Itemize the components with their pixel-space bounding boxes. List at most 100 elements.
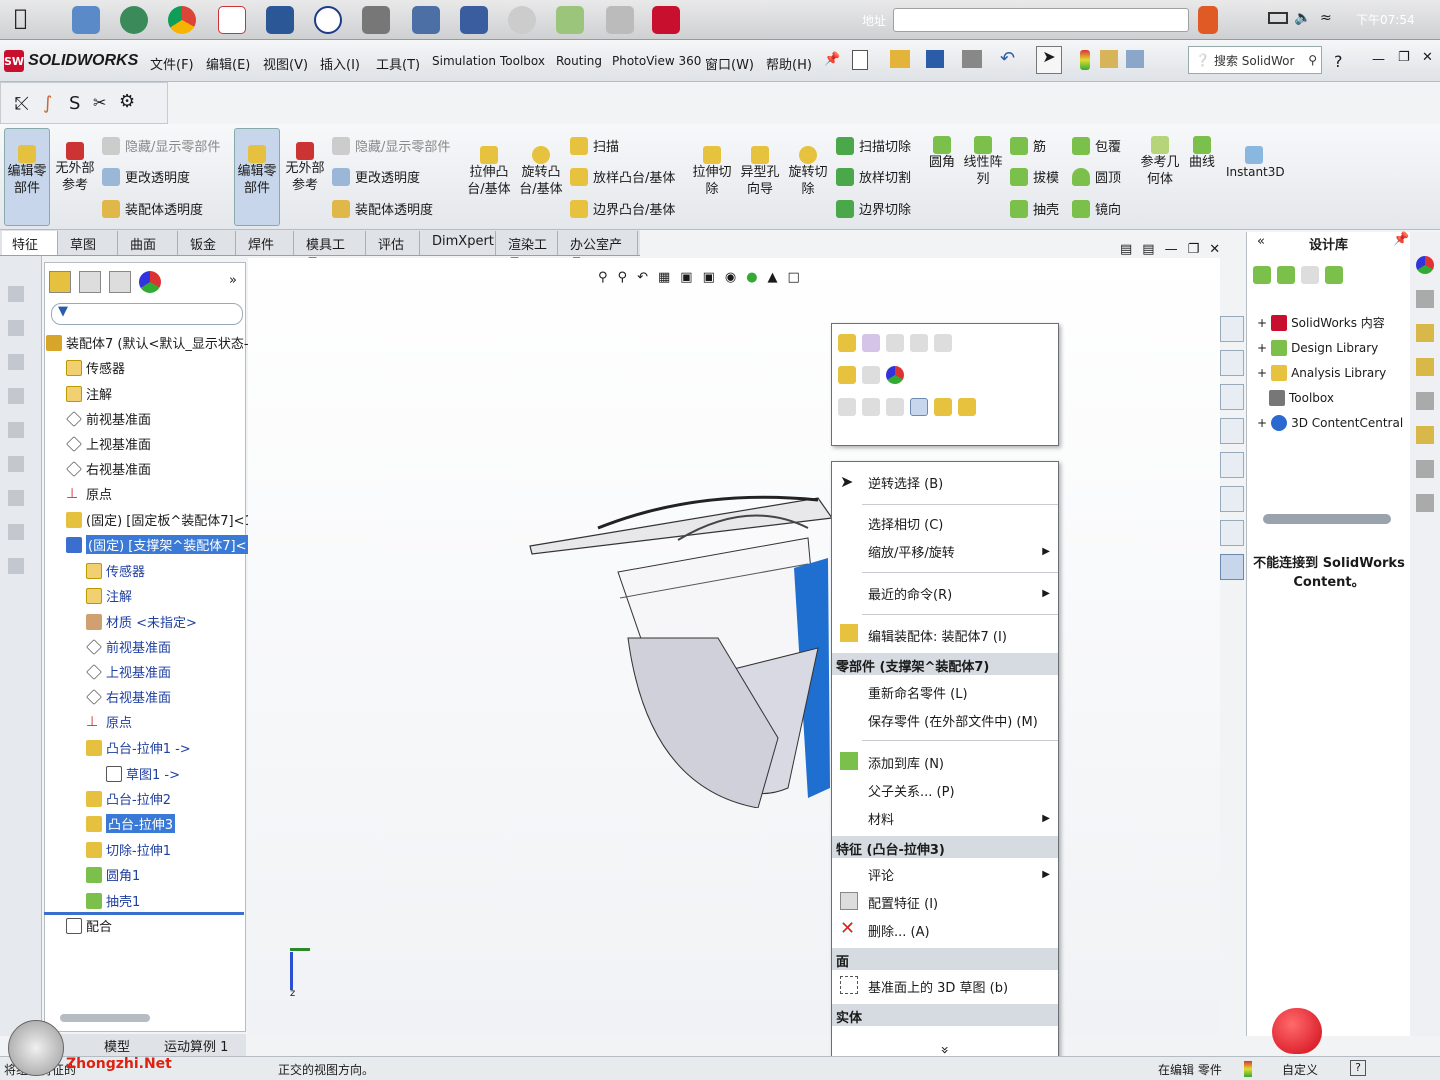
menu-toolbox[interactable]: Toolbox: [500, 54, 545, 68]
strip-icon[interactable]: [1416, 358, 1434, 376]
tree-item-selected[interactable]: (固定) [支撑架^装配体7]<1>: [66, 535, 268, 554]
tree-item[interactable]: 材质 <未指定>: [86, 612, 197, 631]
recorder-tab-icon[interactable]: [1220, 520, 1244, 546]
menu-item-parent-child[interactable]: 父子关系... (P): [868, 781, 955, 800]
undo-icon[interactable]: ↶: [1000, 48, 1015, 69]
img-icon[interactable]: [606, 6, 634, 34]
add-to-library-icon[interactable]: [1253, 266, 1271, 284]
menu-insert[interactable]: 插入(I): [320, 54, 360, 73]
options-icon[interactable]: [1126, 50, 1144, 68]
menu-window[interactable]: 窗口(W): [705, 54, 754, 73]
print-icon[interactable]: [962, 50, 982, 68]
dome-button[interactable]: 圆顶: [1072, 167, 1121, 186]
library-item[interactable]: Toolbox: [1269, 390, 1334, 406]
loft-cut-button[interactable]: 放样切割: [836, 167, 911, 186]
library-item[interactable]: +3D ContentCentral: [1257, 415, 1403, 431]
menu-routing[interactable]: Routing: [556, 54, 602, 68]
library-scrollbar[interactable]: [1263, 514, 1391, 524]
tab-weldments[interactable]: 焊件: [238, 231, 294, 255]
wifi-icon[interactable]: ≈: [1320, 10, 1332, 26]
revolve-boss-button[interactable]: 旋转凸台/基体: [518, 146, 564, 198]
tree-item[interactable]: 右视基准面: [66, 459, 151, 478]
menu-item-save-part[interactable]: 保存零件 (在外部文件中) (M): [868, 711, 1038, 730]
units-dropdown[interactable]: 自定义: [1282, 1061, 1318, 1078]
extrude-cut-button[interactable]: 拉伸切除: [690, 146, 734, 198]
tree-item[interactable]: ⊥ 原点: [86, 712, 132, 732]
pin-icon[interactable]: 📌: [824, 52, 840, 67]
file-props-icon[interactable]: [1100, 50, 1118, 68]
menu-item-material[interactable]: 材料: [868, 809, 894, 828]
tool-icon[interactable]: [362, 6, 390, 34]
zoom-area-icon[interactable]: ⚲: [618, 270, 628, 292]
strip-icon[interactable]: [1416, 324, 1434, 342]
rib-button[interactable]: 筋: [1010, 136, 1046, 155]
strip-icon[interactable]: [8, 490, 24, 506]
rebuild-icon[interactable]: [934, 398, 952, 416]
menu-item-comment[interactable]: 评论: [868, 865, 894, 884]
strip-icon[interactable]: [8, 524, 24, 540]
mirror-button[interactable]: 镜向: [1072, 199, 1121, 218]
zoom-fit-icon[interactable]: ⚲: [598, 270, 608, 292]
menu-edit[interactable]: 编辑(E): [206, 54, 250, 73]
restore-icon[interactable]: ❐: [1188, 242, 1200, 257]
tree-item[interactable]: 前视基准面: [86, 637, 171, 656]
tab-render-tools[interactable]: 渲染工具: [498, 231, 558, 272]
menu-view[interactable]: 视图(V): [263, 54, 308, 73]
zoom-selection-icon[interactable]: [838, 398, 856, 416]
tab-evaluate[interactable]: 评估: [368, 231, 420, 255]
sort-icon[interactable]: [886, 334, 904, 352]
address-input[interactable]: [893, 8, 1189, 32]
tree-item[interactable]: ⊥ 原点: [66, 484, 112, 504]
minimize-icon[interactable]: —: [1165, 242, 1178, 257]
strip-icon[interactable]: [1416, 460, 1434, 478]
new-folder-icon[interactable]: [1301, 266, 1319, 284]
strip-icon[interactable]: [8, 558, 24, 574]
draft-button[interactable]: 拔模: [1010, 167, 1059, 186]
feature-manager-icon[interactable]: [49, 271, 71, 293]
no-external-ref-button[interactable]: 无外部参考: [54, 142, 96, 194]
appearance-icon[interactable]: [886, 366, 904, 384]
close-icon[interactable]: ✕: [1209, 242, 1220, 257]
curves-button[interactable]: 曲线: [1186, 136, 1218, 171]
asm-transparency-button[interactable]: 装配体透明度: [102, 199, 203, 218]
shell-button[interactable]: 抽壳: [1010, 199, 1059, 218]
pin-icon[interactable]: 📌: [1393, 232, 1409, 247]
chrome-icon[interactable]: [168, 6, 196, 34]
curve-icon[interactable]: S: [69, 93, 80, 114]
view-orient-icon[interactable]: ▣: [680, 270, 692, 292]
expand-panel-icon[interactable]: »: [229, 273, 237, 288]
strip-icon[interactable]: [1416, 290, 1434, 308]
strip-icon[interactable]: [8, 456, 24, 472]
sweep-cut-button[interactable]: 扫描切除: [836, 136, 911, 155]
instant3d-button[interactable]: Instant3D: [1226, 146, 1285, 181]
graphics-viewport[interactable]: ⚲ ⚲ ↶ ▦ ▣ ▣ ◉ ● ▲ □ ▤ ▤ — ❐ ✕ z ➤: [248, 242, 1220, 1036]
vw-icon[interactable]: [314, 6, 342, 34]
normal-to-icon[interactable]: [910, 398, 928, 416]
select-icon[interactable]: ➤: [1036, 46, 1062, 74]
restore-icon[interactable]: ❐: [1398, 50, 1410, 65]
open-part-icon[interactable]: [838, 334, 856, 352]
strip-icon[interactable]: [8, 388, 24, 404]
hide-show-button[interactable]: 隐藏/显示零部件: [102, 136, 220, 155]
expand-menu-icon[interactable]: »: [936, 1046, 952, 1055]
strip-icon[interactable]: [1416, 392, 1434, 410]
new-doc-icon[interactable]: [852, 50, 868, 70]
tree-item[interactable]: 注解: [86, 586, 132, 605]
hide-show-items-icon[interactable]: ◉: [725, 270, 736, 292]
menu-item-3d-sketch-on-plane[interactable]: 基准面上的 3D 草图 (b): [868, 977, 1008, 996]
tree-item-selected[interactable]: 凸台-拉伸3: [86, 814, 175, 833]
asm-transparency-button-2[interactable]: 装配体透明度: [332, 199, 433, 218]
tree-item[interactable]: 草图1 ->: [106, 764, 180, 783]
save-icon[interactable]: [926, 50, 944, 68]
sketch-icon[interactable]: [862, 398, 880, 416]
model-3d[interactable]: [518, 488, 838, 808]
autocad-icon[interactable]: [218, 6, 246, 34]
strip-icon[interactable]: [8, 422, 24, 438]
edit-part-button[interactable]: 编辑零部件: [4, 128, 50, 226]
help-status-icon[interactable]: ?: [1350, 1060, 1366, 1076]
edit-feature-icon[interactable]: [910, 334, 928, 352]
menu-item-add-to-library[interactable]: 添加到库 (N): [868, 753, 944, 772]
book-icon[interactable]: [460, 6, 488, 34]
sweep-button[interactable]: 扫描: [570, 136, 619, 155]
fillet-button[interactable]: 圆角: [926, 136, 958, 171]
